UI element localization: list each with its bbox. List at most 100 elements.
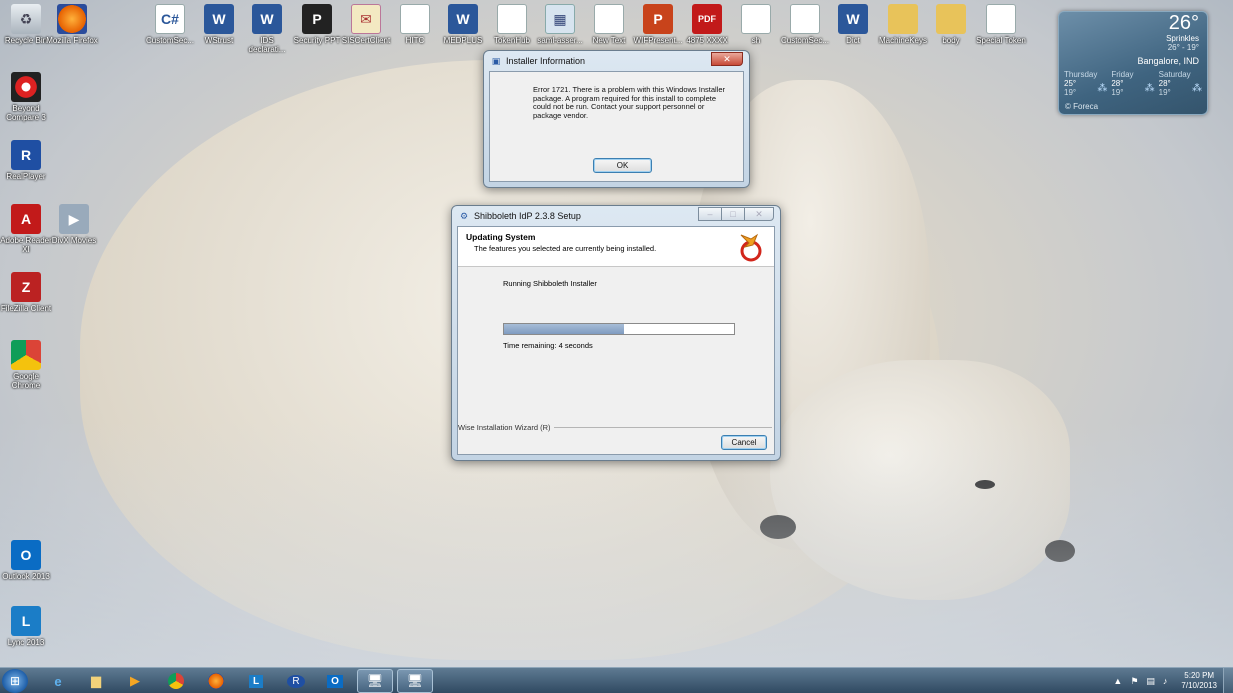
folder-icon <box>888 4 918 34</box>
desktop-icon-new-text[interactable]: New Text <box>583 4 635 45</box>
desktop-icon-label: WIFPresent... <box>633 36 683 45</box>
cancel-button[interactable]: Cancel <box>721 435 767 450</box>
network-icon[interactable]: ▤ <box>1146 676 1155 687</box>
system-clock[interactable]: 5:20 PM 7/10/2013 <box>1181 671 1217 691</box>
filezilla-icon: Z <box>11 272 41 302</box>
desktop-icon-recycle-bin[interactable]: ♻ Recycle Bin <box>0 4 52 45</box>
desktop-icon-outlook-2013[interactable]: O Outlook 2013 <box>0 540 52 581</box>
setup-window-title: Shibboleth IdP 2.3.8 Setup <box>474 211 581 221</box>
system-tray: ▲ ⚑ ▤ ♪ 5:20 PM 7/10/2013 <box>1109 668 1233 693</box>
setup-header: Updating System The features you selecte… <box>458 227 774 267</box>
firefox-icon <box>208 673 224 689</box>
weather-source-link[interactable]: © Foreca <box>1065 102 1098 111</box>
show-desktop-button[interactable] <box>1223 668 1233 693</box>
desktop-icon-siscertclient[interactable]: ✉ SISCertClient <box>340 4 392 45</box>
action-center-icon[interactable]: ⚑ <box>1130 676 1138 687</box>
taskbar-installer-2[interactable]: 🖥 <box>397 669 433 693</box>
desktop-icon-label: CustomSec... <box>780 36 829 45</box>
desktop-icon-label: Security PPT <box>293 36 341 45</box>
forecast-day: Friday 28° 19° ⁂ <box>1109 70 1156 97</box>
weather-gadget[interactable]: 26° Sprinkles 26° - 19° Bangalore, IND T… <box>1058 11 1208 115</box>
desktop-icon-realplayer[interactable]: R RealPlayer <box>0 140 52 181</box>
text-file-icon <box>790 4 820 34</box>
ok-button[interactable]: OK <box>593 158 652 173</box>
outlook-icon: O <box>327 674 343 688</box>
desktop-icon-customsec-cs[interactable]: C# CustomSec... <box>144 4 196 45</box>
desktop-icon-google-chrome[interactable]: Google Chrome <box>0 340 52 390</box>
weather-temperature: 26° <box>1168 12 1199 34</box>
desktop-icon-label: IDS declarati... <box>248 36 286 54</box>
desktop-icon-special-token[interactable]: Special Token <box>975 4 1027 45</box>
word-doc-icon: W <box>448 4 478 34</box>
desktop-icon-filezilla[interactable]: Z FileZilla Client <box>0 272 52 313</box>
desktop-icon-security-ppt[interactable]: P Security PPT <box>291 4 343 45</box>
close-icon: ✕ <box>723 53 731 64</box>
shibboleth-setup-window[interactable]: ⚙ Shibboleth IdP 2.3.8 Setup – □ ✕ Updat… <box>451 205 781 461</box>
taskbar-firefox[interactable] <box>198 669 234 693</box>
wizard-label: Wise Installation Wizard (R) <box>458 423 551 432</box>
taskbar-outlook[interactable]: O <box>317 669 353 693</box>
desktop-icon-wifpresent[interactable]: P WIFPresent... <box>632 4 684 45</box>
taskbar-chrome[interactable] <box>158 669 194 693</box>
taskbar-internet-explorer[interactable]: e <box>40 669 76 693</box>
start-button[interactable]: ⊞ <box>2 669 28 693</box>
desktop-icon-ids-declarati[interactable]: W IDS declarati... <box>241 4 293 54</box>
close-button[interactable]: ✕ <box>711 52 743 66</box>
desktop-icon-dict[interactable]: W Dict <box>827 4 879 45</box>
internet-explorer-icon: e <box>54 673 62 689</box>
desktop-icon-firefox[interactable]: Mozilla Firefox <box>46 4 98 45</box>
volume-icon[interactable]: ♪ <box>1163 676 1168 686</box>
word-doc-icon: W <box>252 4 282 34</box>
certificate-icon: ✉ <box>351 4 381 34</box>
desktop-icon-pdf-xxxx[interactable]: PDF 4875 XXXX <box>681 4 733 45</box>
desktop-icon-divx-movies[interactable]: ▶ DivX Movies <box>48 204 100 245</box>
setup-header-title: Updating System <box>466 232 536 242</box>
rain-icon: ⁂ <box>1097 82 1108 94</box>
desktop-icon-sh[interactable]: sh <box>730 4 782 45</box>
realplayer-icon: R <box>287 674 305 688</box>
setup-app-icon: ⚙ <box>459 210 469 221</box>
desktop-icon-adobe-reader[interactable]: A Adobe Reader XI <box>0 204 52 254</box>
desktop-icon-body[interactable]: body <box>925 4 977 45</box>
desktop-icon-label: Outlook 2013 <box>2 572 50 581</box>
desktop-icon-beyond-compare[interactable]: Beyond Compare 3 <box>0 72 52 122</box>
dialog-titlebar[interactable]: ▣ Installer Information <box>484 51 749 71</box>
forecast-day-name: Saturday <box>1158 70 1191 79</box>
rain-icon: ⁂ <box>1144 82 1155 94</box>
desktop-icon-wstrust[interactable]: W WStrust <box>193 4 245 45</box>
desktop-icon-label: WStrust <box>204 36 234 45</box>
desktop-icon-label: Recycle Bin <box>4 36 48 45</box>
maximize-button[interactable]: □ <box>721 207 745 221</box>
pdf-file-icon: PDF <box>692 4 722 34</box>
close-button[interactable]: ✕ <box>744 207 774 221</box>
show-hidden-icons-button[interactable]: ▲ <box>1113 676 1122 686</box>
taskbar-lync[interactable]: L <box>238 669 274 693</box>
install-status: Running Shibboleth Installer <box>503 279 597 288</box>
taskbar-explorer[interactable]: ▆ <box>78 669 114 693</box>
desktop-icon-label: Google Chrome <box>11 372 41 390</box>
desktop-icon-medplus[interactable]: W MEDPLUS <box>437 4 489 45</box>
taskbar-media-player[interactable]: ▶ <box>117 669 153 693</box>
footer-divider <box>553 427 772 428</box>
beyond-compare-icon <box>11 72 41 102</box>
clock-date: 7/10/2013 <box>1181 681 1217 690</box>
taskbar-realplayer[interactable]: R <box>278 669 314 693</box>
media-player-icon: ▶ <box>130 673 140 688</box>
forecast-high: 28° <box>1111 79 1124 88</box>
forecast-high: 28° <box>1158 79 1171 88</box>
desktop-icon-hitc[interactable]: HITC <box>389 4 441 45</box>
desktop-icon-machinekeys[interactable]: MachineKeys <box>877 4 929 45</box>
maximize-icon: □ <box>730 209 736 219</box>
installer-information-dialog[interactable]: ▣ Installer Information ✕ Error 1721. Th… <box>483 50 750 188</box>
taskbar-installer-1[interactable]: 🖥 <box>357 669 393 693</box>
desktop-icon-saml-assert[interactable]: ▦ saml-asser... <box>534 4 586 45</box>
desktop-icon-customsec-2[interactable]: CustomSec... <box>779 4 831 45</box>
desktop-icon-lync-2013[interactable]: L Lync 2013 <box>0 606 52 647</box>
powerpoint-icon: P <box>643 4 673 34</box>
minimize-button[interactable]: – <box>698 207 722 221</box>
desktop-icon-tokenhub[interactable]: TokenHub <box>486 4 538 45</box>
chrome-icon <box>11 340 41 370</box>
desktop-icon-label: MEDPLUS <box>443 36 483 45</box>
desktop-icon-label: FileZilla Client <box>0 304 52 313</box>
divx-icon: ▶ <box>59 204 89 234</box>
